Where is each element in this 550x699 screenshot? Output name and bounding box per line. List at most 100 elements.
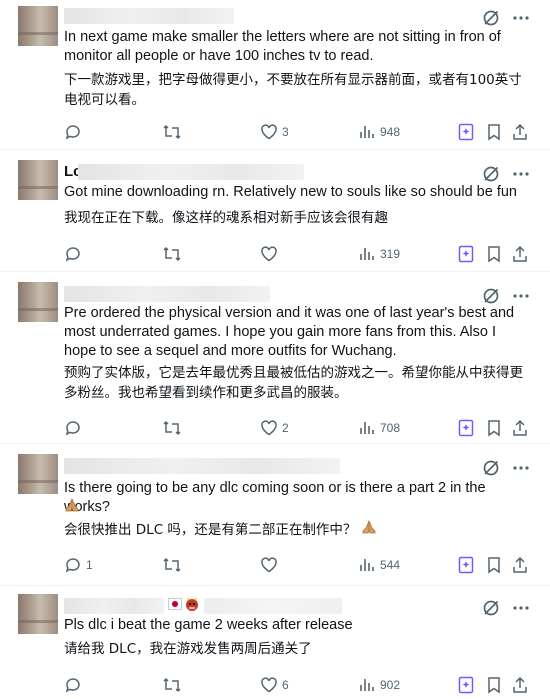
like-count: 3 bbox=[282, 125, 289, 139]
grok-actions-button[interactable] bbox=[458, 676, 486, 694]
views-button[interactable]: 319 bbox=[358, 245, 458, 263]
views-icon bbox=[360, 248, 374, 260]
grok-icon[interactable] bbox=[482, 459, 500, 477]
repost-button[interactable] bbox=[162, 556, 260, 574]
reply-button[interactable] bbox=[64, 676, 162, 694]
display-name-redacted bbox=[64, 8, 234, 24]
reply-icon bbox=[65, 678, 80, 693]
post-translation: 下一款游戏里，把字母做得更小，不要放在所有显示器前面，或者有100英寸电视可以看… bbox=[64, 72, 522, 108]
grok-actions-button[interactable] bbox=[458, 419, 486, 437]
repost-button[interactable] bbox=[162, 419, 260, 437]
post-text: Is there going to be any dlc coming soon… bbox=[64, 480, 486, 515]
post-header-icons bbox=[482, 598, 530, 618]
bookmark-button[interactable] bbox=[486, 676, 512, 694]
reply-post[interactable]: Pre ordered the physical version and it … bbox=[0, 272, 550, 444]
ogre-emoji bbox=[184, 596, 200, 617]
like-button[interactable]: 6 bbox=[260, 676, 358, 694]
views-icon bbox=[360, 126, 374, 138]
bookmark-icon bbox=[488, 124, 500, 141]
share-button[interactable] bbox=[512, 123, 528, 141]
grok-actions-button[interactable] bbox=[458, 556, 486, 574]
share-button[interactable] bbox=[512, 676, 528, 694]
more-icon[interactable] bbox=[512, 459, 530, 477]
reply-feed: In next game make smaller the letters wh… bbox=[0, 0, 550, 699]
grok-actions-icon bbox=[458, 556, 474, 574]
share-button[interactable] bbox=[512, 419, 528, 437]
grok-actions-button[interactable] bbox=[458, 123, 486, 141]
post-text: Got mine downloading rn. Relatively new … bbox=[64, 184, 517, 200]
reply-icon bbox=[65, 247, 80, 262]
avatar[interactable] bbox=[18, 160, 58, 200]
like-icon bbox=[261, 557, 277, 573]
bookmark-icon bbox=[488, 557, 500, 574]
grok-actions-button[interactable] bbox=[458, 245, 486, 263]
repost-icon bbox=[163, 420, 181, 436]
grok-actions-icon bbox=[458, 245, 474, 263]
like-count: 6 bbox=[282, 678, 289, 692]
share-icon bbox=[513, 245, 527, 262]
more-icon[interactable] bbox=[512, 287, 530, 305]
like-icon bbox=[261, 420, 277, 436]
display-name-redacted bbox=[64, 598, 164, 614]
reply-post[interactable]: Lc Got mine downloading rn. Relatively n… bbox=[0, 150, 550, 272]
reply-button[interactable] bbox=[64, 123, 162, 141]
share-icon bbox=[513, 676, 527, 693]
repost-button[interactable] bbox=[162, 123, 260, 141]
repost-button[interactable] bbox=[162, 676, 260, 694]
bookmark-button[interactable] bbox=[486, 419, 512, 437]
views-button[interactable]: 948 bbox=[358, 123, 458, 141]
post-text: Pre ordered the physical version and it … bbox=[64, 305, 515, 359]
reply-icon bbox=[65, 558, 80, 573]
post-translation: 会很快推出 DLC 吗，还是有第二部正在制作中？ bbox=[64, 519, 524, 541]
like-button[interactable]: 2 bbox=[260, 419, 358, 437]
more-icon[interactable] bbox=[512, 9, 530, 27]
view-count: 319 bbox=[380, 247, 401, 261]
views-button[interactable]: 902 bbox=[358, 676, 458, 694]
bookmark-icon bbox=[488, 246, 500, 263]
reply-post[interactable]: Is there going to be any dlc coming soon… bbox=[0, 444, 550, 586]
folded-hands-emoji bbox=[361, 519, 377, 541]
avatar[interactable] bbox=[18, 6, 58, 46]
grok-icon[interactable] bbox=[482, 287, 500, 305]
avatar[interactable] bbox=[18, 594, 58, 634]
bookmark-button[interactable] bbox=[486, 556, 512, 574]
post-translation-text: 会很快推出 DLC 吗，还是有第二部正在制作中？ bbox=[64, 522, 357, 538]
share-button[interactable] bbox=[512, 556, 528, 574]
post-actions: 2 708 bbox=[64, 418, 528, 438]
display-name-redacted bbox=[64, 286, 270, 302]
grok-icon[interactable] bbox=[482, 599, 500, 617]
repost-icon bbox=[163, 557, 181, 573]
like-icon bbox=[261, 124, 277, 140]
reply-button[interactable] bbox=[64, 419, 162, 437]
repost-icon bbox=[163, 246, 181, 262]
avatar[interactable] bbox=[18, 282, 58, 322]
share-button[interactable] bbox=[512, 245, 528, 263]
avatar[interactable] bbox=[18, 454, 58, 494]
repost-button[interactable] bbox=[162, 245, 260, 263]
like-button[interactable] bbox=[260, 556, 358, 574]
bookmark-button[interactable] bbox=[486, 245, 512, 263]
reply-post[interactable]: Pls dlc i beat the game 2 weeks after re… bbox=[0, 586, 550, 699]
reply-post[interactable]: In next game make smaller the letters wh… bbox=[0, 0, 550, 150]
views-icon bbox=[360, 679, 374, 691]
post-text: In next game make smaller the letters wh… bbox=[64, 29, 501, 64]
views-button[interactable]: 708 bbox=[358, 419, 458, 437]
more-icon[interactable] bbox=[512, 165, 530, 183]
reply-button[interactable] bbox=[64, 245, 162, 263]
like-button[interactable]: 3 bbox=[260, 123, 358, 141]
grok-icon[interactable] bbox=[482, 9, 500, 27]
like-button[interactable] bbox=[260, 245, 358, 263]
display-name-redacted bbox=[64, 458, 340, 474]
grok-icon[interactable] bbox=[482, 165, 500, 183]
reply-button[interactable]: 1 bbox=[64, 556, 162, 574]
views-button[interactable]: 544 bbox=[358, 556, 458, 574]
post-actions: 1 544 bbox=[64, 555, 528, 575]
folded-hands-emoji bbox=[64, 497, 80, 518]
share-icon bbox=[513, 419, 527, 436]
post-translation: 预购了实体版，它是去年最优秀且最被低估的游戏之一。希望你能从中获得更多粉丝。我也… bbox=[64, 365, 523, 401]
share-icon bbox=[513, 556, 527, 573]
bookmark-button[interactable] bbox=[486, 123, 512, 141]
japan-flag-emoji bbox=[168, 597, 182, 615]
more-icon[interactable] bbox=[512, 599, 530, 617]
post-translation: 我现在正在下载。像这样的魂系相对新手应该会很有趣 bbox=[64, 210, 388, 226]
